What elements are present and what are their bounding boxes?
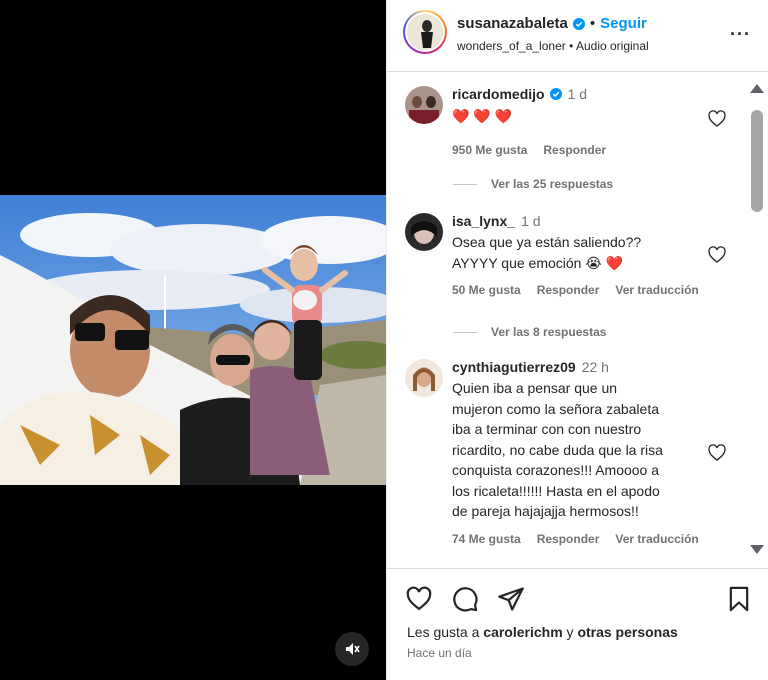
commenter-username[interactable]: isa_lynx_ xyxy=(452,213,515,229)
comment-text: ❤️ ❤️ ❤️ xyxy=(452,108,513,124)
comment-text-line: iba a terminar con con nuestro xyxy=(452,421,642,437)
view-replies-button[interactable]: Ver las 8 respuestas xyxy=(453,325,606,339)
avatar-image xyxy=(407,14,443,50)
verified-badge-icon xyxy=(572,17,585,30)
replies-divider xyxy=(453,183,477,185)
comment-text-line: ricardito, no cabe duda que la risa xyxy=(452,441,663,458)
comment-likes[interactable]: 950 Me gusta xyxy=(452,143,527,157)
heart-icon[interactable] xyxy=(405,585,433,613)
comments-scrollbar[interactable] xyxy=(750,84,764,554)
likes-prefix: Les gusta a xyxy=(407,624,484,640)
verified-badge-icon xyxy=(549,88,562,100)
avatar-image xyxy=(405,359,443,397)
post-photo[interactable] xyxy=(0,195,386,485)
comment-time[interactable]: 1 d xyxy=(521,213,540,229)
likes-summary: Les gusta a carolerichm y otras personas xyxy=(407,624,678,640)
comments-list[interactable]: ricardomedijo 1 d ❤️ ❤️ ❤️ 950 Me gusta … xyxy=(387,73,768,566)
audio-label-link[interactable]: Audio original xyxy=(576,39,649,53)
commenter-username[interactable]: ricardomedijo xyxy=(452,86,545,102)
mute-button[interactable] xyxy=(335,632,369,666)
comment-text-line: conquista corazones!!! Amoooo a xyxy=(452,462,660,478)
scroll-up-arrow-icon[interactable] xyxy=(750,84,764,93)
avatar-image xyxy=(405,213,443,251)
audio-user-link[interactable]: wonders_of_a_loner xyxy=(457,39,566,53)
translate-button[interactable]: Ver traducción xyxy=(615,532,698,546)
scroll-down-arrow-icon[interactable] xyxy=(750,545,764,554)
more-options-icon[interactable]: ··· xyxy=(730,25,751,43)
reply-button[interactable]: Responder xyxy=(537,532,600,546)
view-replies-label: Ver las 25 respuestas xyxy=(491,177,614,191)
post-media xyxy=(0,0,386,680)
separator-dot: • xyxy=(589,15,596,32)
commenter-avatar[interactable] xyxy=(405,213,443,251)
reply-button[interactable]: Responder xyxy=(543,143,606,157)
speaker-muted-icon xyxy=(346,643,360,655)
translate-button[interactable]: Ver traducción xyxy=(615,283,698,297)
post-actions-footer: Les gusta a carolerichm y otras personas… xyxy=(387,568,768,680)
comment-time[interactable]: 1 d xyxy=(568,86,587,102)
other-likers-link[interactable]: otras personas xyxy=(577,624,677,640)
comment-text-line: de pareja hajajajja hermosos!! xyxy=(452,503,639,519)
comment-like-heart-icon[interactable] xyxy=(707,245,727,265)
comment-time[interactable]: 22 h xyxy=(582,359,609,375)
follow-button[interactable]: Seguir xyxy=(600,15,647,32)
author-avatar[interactable] xyxy=(403,10,447,54)
comment-text-line: Osea que ya están saliendo?? xyxy=(452,234,642,250)
reply-button[interactable]: Responder xyxy=(537,283,600,297)
comment-likes[interactable]: 74 Me gusta xyxy=(452,532,521,546)
post-sidebar: susanazabaleta • Seguir wonders_of_a_lon… xyxy=(386,0,768,680)
group-selfie-image xyxy=(0,195,386,485)
view-replies-button[interactable]: Ver las 25 respuestas xyxy=(453,177,613,191)
post-date[interactable]: Hace un día xyxy=(407,646,472,660)
comment-like-heart-icon[interactable] xyxy=(707,443,727,463)
share-icon[interactable] xyxy=(497,585,525,613)
comment-text-line: Quien iba a pensar que un xyxy=(452,380,618,396)
avatar-image xyxy=(405,86,443,124)
comment-like-heart-icon[interactable] xyxy=(707,109,727,129)
comment-text-line: mujeron como la señora zabaleta xyxy=(452,400,660,417)
comment-icon[interactable] xyxy=(451,585,479,613)
commenter-avatar[interactable] xyxy=(405,359,443,397)
bookmark-icon[interactable] xyxy=(725,585,753,613)
scroll-thumb[interactable] xyxy=(751,110,763,212)
view-replies-label: Ver las 8 respuestas xyxy=(491,325,607,339)
comment-text-line: los ricaleta!!!!!! Hasta en el apodo xyxy=(452,482,660,499)
post-header: susanazabaleta • Seguir wonders_of_a_lon… xyxy=(387,0,768,72)
author-username[interactable]: susanazabaleta xyxy=(457,15,568,32)
liker-username[interactable]: carolerichm xyxy=(483,624,562,640)
comment-likes[interactable]: 50 Me gusta xyxy=(452,283,521,297)
replies-divider xyxy=(453,331,477,333)
commenter-avatar[interactable] xyxy=(405,86,443,124)
comment-text-line: AYYYY que emoción 😭 ❤️ xyxy=(452,254,624,271)
commenter-username[interactable]: cynthiagutierrez09 xyxy=(452,359,576,375)
separator-dot: • xyxy=(569,39,574,53)
likes-connector: y xyxy=(562,624,578,640)
